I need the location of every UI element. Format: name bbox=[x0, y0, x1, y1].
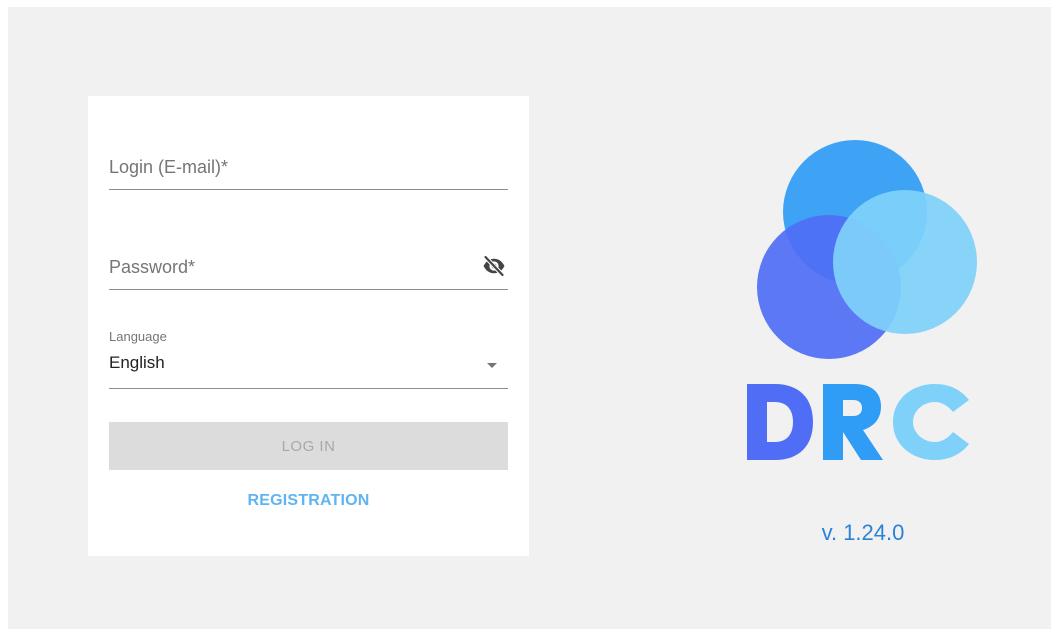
email-placeholder: Login (E-mail)* bbox=[109, 157, 229, 177]
password-field[interactable]: Password* bbox=[109, 252, 508, 290]
drc-logo bbox=[747, 140, 977, 460]
language-select[interactable]: Language English bbox=[109, 329, 508, 389]
page-background: Login (E-mail)* Password* Language Engli… bbox=[8, 7, 1051, 629]
email-field[interactable]: Login (E-mail)* bbox=[109, 152, 508, 190]
language-value: English bbox=[109, 353, 165, 372]
version-label: v. 1.24.0 bbox=[821, 520, 905, 545]
language-label: Language bbox=[109, 329, 167, 344]
logo-letter-r bbox=[823, 384, 883, 460]
logo-letter-d bbox=[747, 384, 813, 460]
logo-letter-c bbox=[893, 384, 969, 460]
eye-off-icon[interactable] bbox=[482, 254, 506, 278]
password-placeholder: Password* bbox=[109, 257, 196, 277]
chevron-down-icon[interactable] bbox=[487, 363, 497, 368]
registration-link[interactable]: REGISTRATION bbox=[109, 492, 508, 510]
logo-circle-right bbox=[833, 190, 977, 334]
login-card: Login (E-mail)* Password* Language Engli… bbox=[88, 96, 529, 556]
logo-wordmark bbox=[747, 384, 969, 460]
login-button[interactable]: LOG IN bbox=[109, 422, 508, 470]
